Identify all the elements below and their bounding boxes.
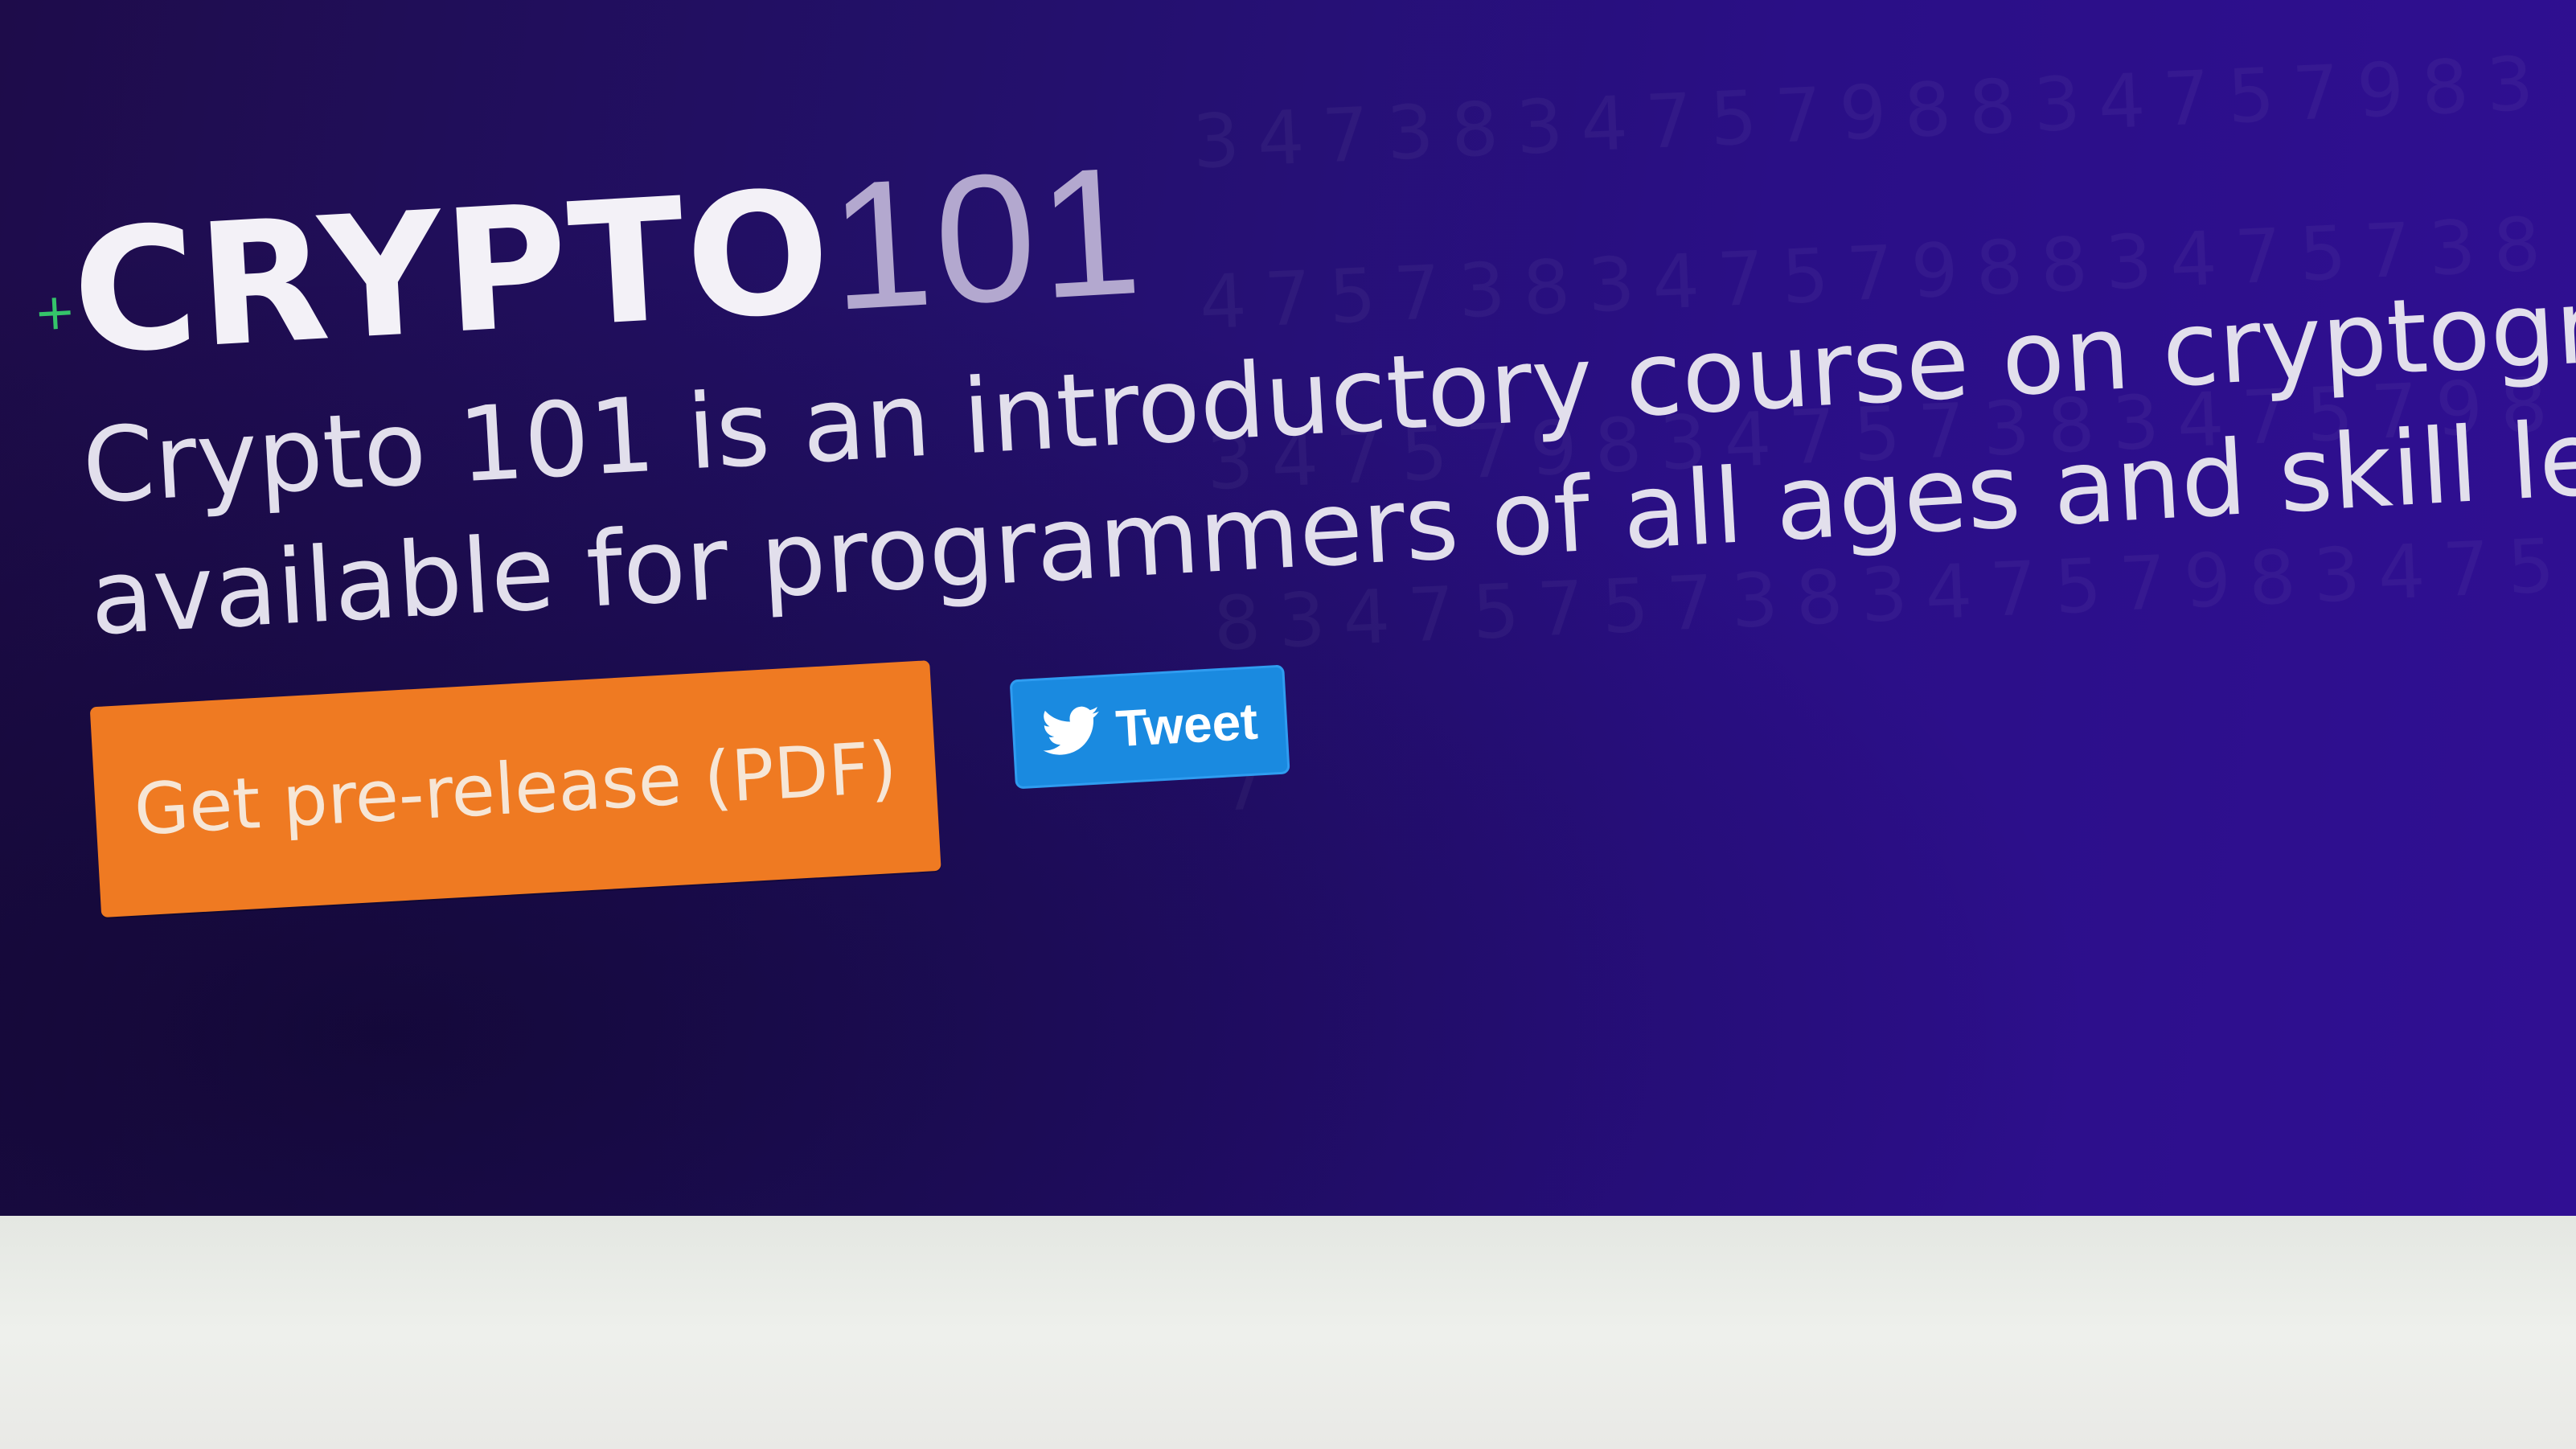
tweet-label: Tweet: [1114, 692, 1260, 758]
tweet-button[interactable]: Tweet: [1009, 664, 1290, 790]
page: 3473834757988347579834757383475798834757…: [0, 0, 2576, 1449]
hero-section: 3473834757988347579834757383475798834757…: [0, 0, 2576, 1216]
content-area: [0, 1216, 2576, 1449]
twitter-bird-icon: [1040, 704, 1101, 757]
logo-bold-text: CRYPTO: [68, 153, 837, 392]
logo-light-text: 101: [825, 127, 1149, 348]
get-pdf-button[interactable]: Get pre-release (PDF): [89, 660, 941, 918]
hero-content: + CRYPTO101 Crypto 101 is an introductor…: [0, 0, 2576, 1216]
logo-plus-mark: +: [32, 281, 78, 343]
